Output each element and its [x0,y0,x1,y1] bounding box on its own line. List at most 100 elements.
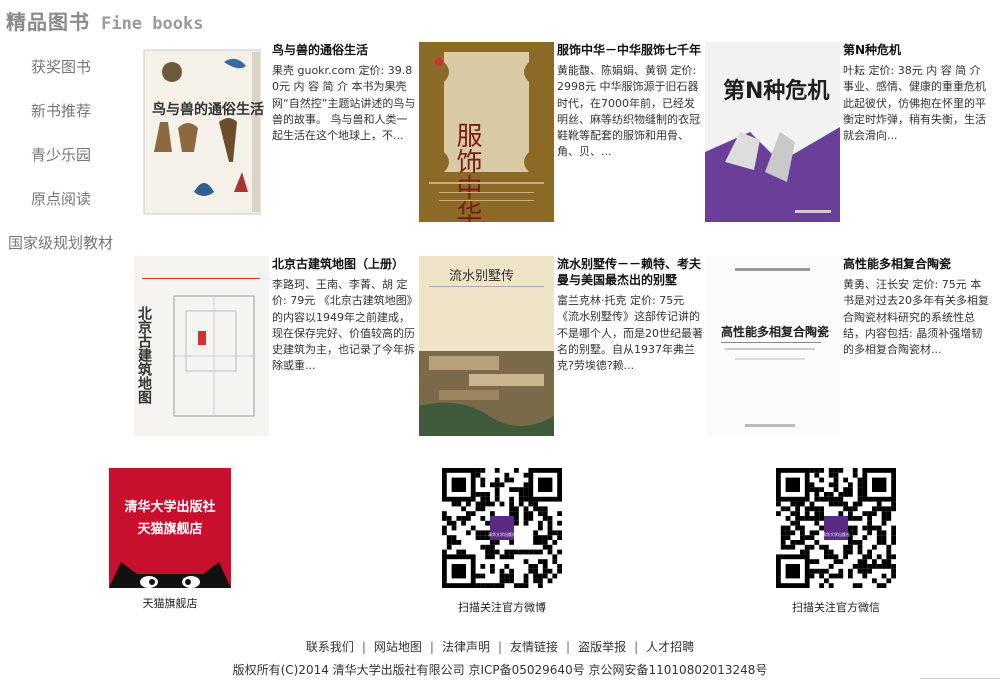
sidebar-item-new-books[interactable]: 新书推荐 [31,100,91,121]
qr-module [833,554,839,560]
footer-link-sitemap[interactable]: 网站地图 [374,640,422,654]
qr-module [456,549,462,555]
qr-module [785,506,791,512]
book-cover[interactable]: 高性能多相复合陶瓷 [705,256,840,436]
qr-module [891,501,896,507]
sidebar-item-award-books[interactable]: 获奖图书 [31,56,91,77]
book-cover[interactable]: 北京古建筑地图 [134,256,269,436]
qr-module [862,554,868,560]
qr-module [852,516,858,521]
qr-module [881,559,887,564]
qr-module [809,501,815,507]
qr-module [528,501,534,507]
qr-module [804,549,810,555]
qr-module [490,544,495,550]
qr-center-text: 清华大学出版社 [488,531,516,537]
qr-module [538,549,543,555]
qr-module [509,487,514,492]
qr-module [542,516,548,521]
qr-module [862,568,868,574]
qr-module [795,506,800,512]
book-title[interactable]: 服饰中华－中华服饰七千年 [557,42,703,58]
tmall-store-link[interactable]: 清华大学出版社 天猫旗舰店 天猫旗舰店 [108,468,232,611]
qr-module [480,506,486,512]
footer-link-piracy-report[interactable]: 盗版举报 [578,640,626,654]
qr-module [451,535,457,540]
book-card: 服饰中华 服饰中华－中华服饰七千年 黄能馥、陈娟娟、黄钢 定价: 2998元 中… [419,42,703,232]
footer-link-legal[interactable]: 法律声明 [442,640,490,654]
book-title[interactable]: 鸟与兽的通俗生活 [272,42,418,58]
qr-module [828,492,834,497]
footer-link-contact[interactable]: 联系我们 [306,640,354,654]
qr-module [867,516,872,521]
qr-module [523,520,529,526]
qr-module [795,511,800,516]
qr-module [891,525,896,531]
qr-module [547,535,553,540]
sidebar-item-national-textbooks[interactable]: 国家级规划教材 [8,232,113,253]
qr-module [461,549,466,555]
qr-module [828,482,834,488]
qr-module [485,583,490,588]
qr-module [828,549,834,555]
qr-module [852,530,858,536]
qr-module [547,530,553,536]
book-cover[interactable]: 服饰中华 [419,42,554,222]
qr-module [800,516,805,521]
qr-module [809,530,815,536]
qr-module [848,511,853,516]
qr-module [790,511,796,516]
qr-module [824,554,829,560]
qr-module [891,554,896,560]
book-cover[interactable]: 鸟与兽的通俗生活 [134,42,269,222]
qr-module [872,544,877,550]
qr-module [509,496,514,502]
qr-module [886,554,892,560]
qr-module [446,540,452,545]
qr-module [446,535,452,540]
qr-module [881,573,887,579]
qr-module [466,516,471,521]
qr-center-text: 清华大学出版社 [822,531,850,537]
book-cover[interactable]: 流水别墅传 [419,256,554,436]
qr-module [523,578,529,584]
qr-module [538,511,543,516]
qr-module [833,477,839,483]
qr-module [852,583,858,588]
qr-module [876,530,882,536]
qr-module [804,544,810,550]
book-title[interactable]: 北京古建筑地图（上册） [272,256,418,272]
book-title[interactable]: 第N种危机 [843,42,989,58]
book-title[interactable]: 流水别墅传－－赖特、考夫曼与美国最杰出的别墅 [557,256,703,288]
book-title[interactable]: 高性能多相复合陶瓷 [843,256,989,272]
qr-module [528,549,534,555]
qr-module [542,540,548,545]
qr-module [795,525,800,531]
sidebar-item-youth[interactable]: 青少乐园 [31,144,91,165]
qr-module [547,568,553,574]
qr-module [514,520,519,526]
qr-module [857,492,863,497]
sidebar-item-origin-reading[interactable]: 原点阅读 [31,188,91,209]
book-card: 北京古建筑地图 北京古建筑地图（上册） 李路珂、王南、李菁、胡 定价: 79元 … [134,256,418,446]
qr-module [538,506,543,512]
qr-module [814,568,820,574]
qr-module [881,535,887,540]
qr-module [867,554,872,560]
qr-module [809,482,815,488]
tmall-logo[interactable]: 清华大学出版社 天猫旗舰店 [109,468,231,588]
qr-module [523,549,529,555]
qr-module [514,487,519,492]
footer-link-friends[interactable]: 友情链接 [510,640,558,654]
qr-module [490,554,495,560]
footer-link-careers[interactable]: 人才招聘 [646,640,694,654]
qr-module [446,520,452,526]
qr-module [523,487,529,492]
qr-module [480,482,486,488]
qr-module [557,549,562,555]
qr-module [494,549,500,555]
qr-module [451,540,457,545]
qr-module [523,559,529,564]
book-cover[interactable]: 第N种危机 [705,42,840,222]
qr-module [552,554,558,560]
